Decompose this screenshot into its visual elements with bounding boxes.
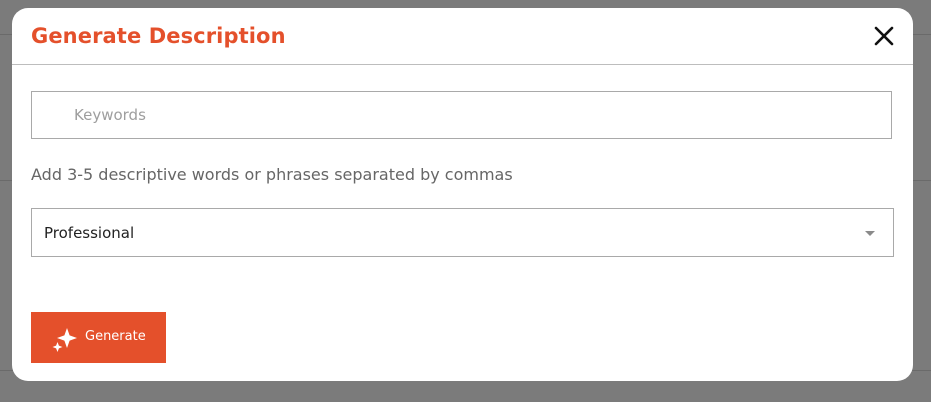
close-icon (874, 26, 894, 46)
tone-select[interactable]: Professional (31, 208, 894, 257)
generate-button[interactable]: Generate (31, 312, 166, 363)
keywords-input[interactable] (31, 91, 892, 139)
caret-down-icon (865, 231, 875, 236)
dialog-title: Generate Description (31, 24, 286, 48)
background-divider (910, 370, 931, 371)
dialog-header: Generate Description (12, 8, 913, 65)
generate-button-label: Generate (85, 329, 146, 344)
keywords-helper-text: Add 3-5 descriptive words or phrases sep… (31, 165, 513, 184)
sparkle-icon (52, 328, 77, 352)
tone-selected-value: Professional (44, 224, 135, 242)
generate-description-dialog: Generate Description Add 3-5 descriptive… (12, 8, 913, 381)
background-divider (910, 180, 931, 181)
close-button[interactable] (871, 23, 897, 49)
